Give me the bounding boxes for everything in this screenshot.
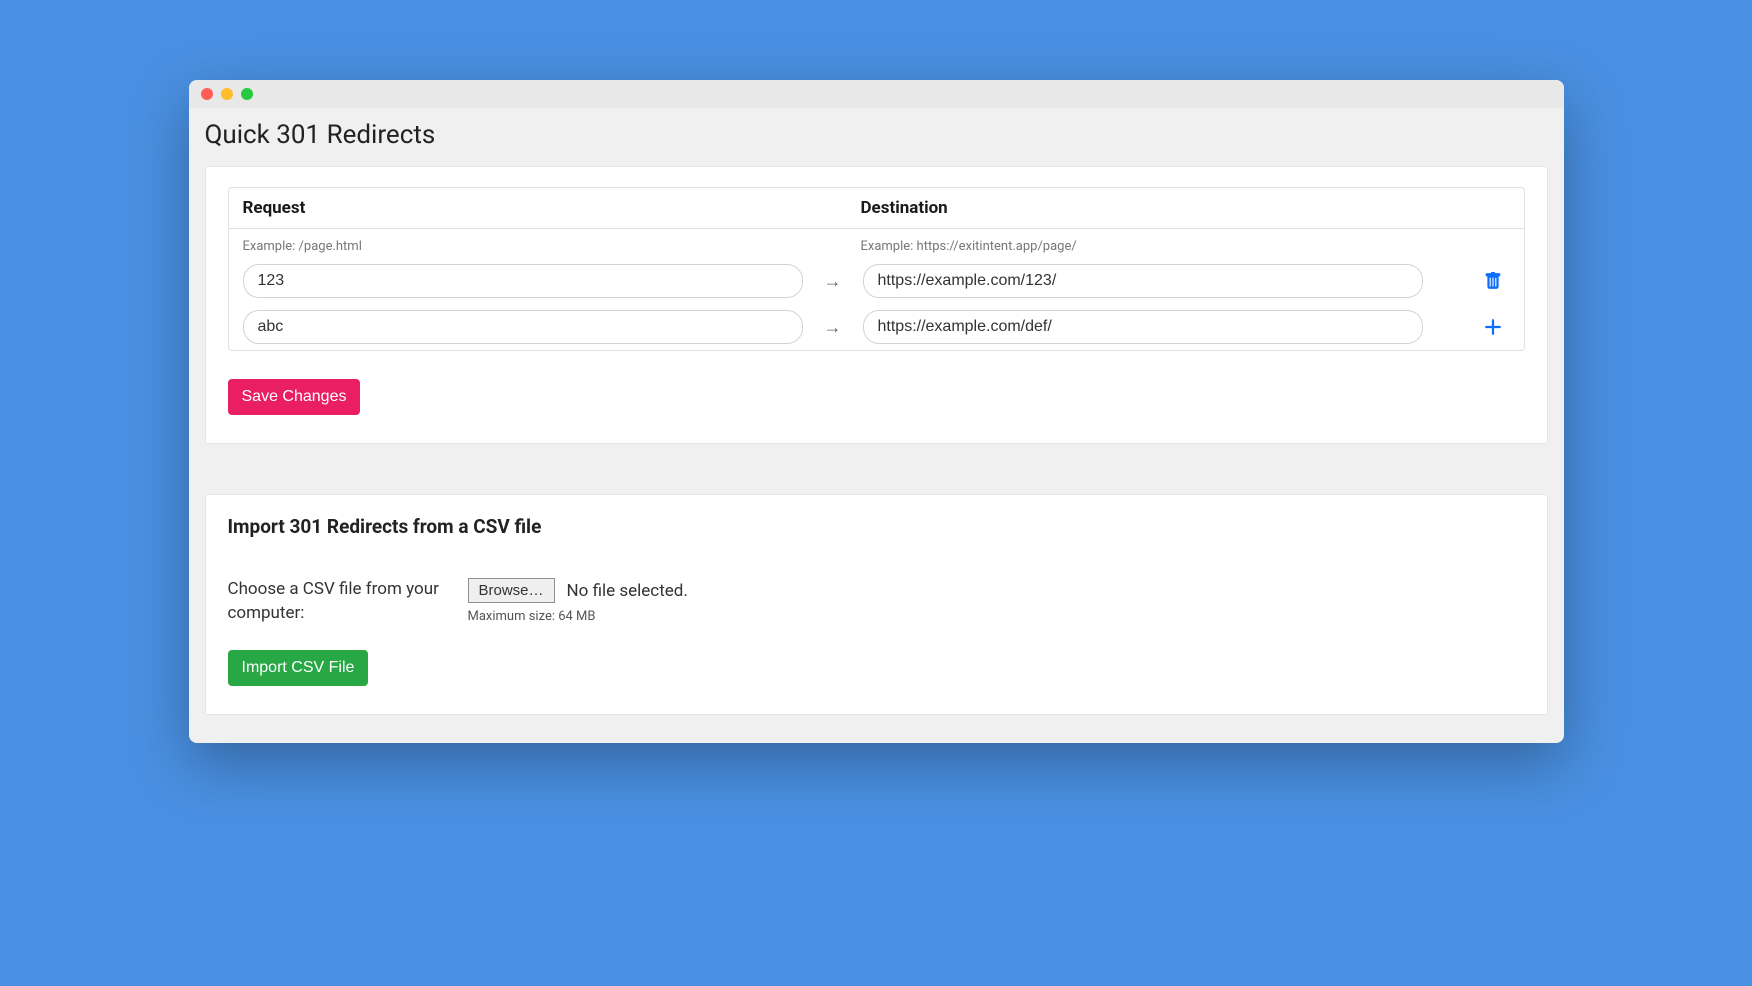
destination-input[interactable]	[863, 310, 1423, 344]
import-title: Import 301 Redirects from a CSV file	[228, 515, 1525, 538]
content-area: Quick 301 Redirects Request Destination …	[189, 108, 1564, 743]
file-chooser-label: Choose a CSV file from your computer:	[228, 578, 468, 626]
example-row: Example: /page.html Example: https://exi…	[229, 229, 1524, 258]
redirects-card: Request Destination Example: /page.html …	[205, 166, 1548, 444]
save-changes-button[interactable]: Save Changes	[228, 379, 361, 415]
plus-icon	[1484, 318, 1502, 336]
arrow-icon: →	[803, 271, 863, 292]
import-csv-button[interactable]: Import CSV File	[228, 650, 369, 686]
example-destination: Example: https://exitintent.app/page/	[861, 239, 1510, 254]
window-close-button[interactable]	[201, 88, 213, 100]
add-row-button[interactable]	[1480, 314, 1506, 340]
redirect-row: →	[229, 304, 1524, 350]
request-input[interactable]	[243, 264, 803, 298]
import-card: Import 301 Redirects from a CSV file Cho…	[205, 494, 1548, 715]
table-header: Request Destination	[229, 188, 1524, 229]
trash-icon	[1484, 272, 1502, 290]
file-chooser-row: Choose a CSV file from your computer: Br…	[228, 578, 1525, 626]
redirect-row: →	[229, 258, 1524, 304]
window-maximize-button[interactable]	[241, 88, 253, 100]
column-header-spacer	[825, 198, 861, 218]
column-header-destination: Destination	[861, 198, 1510, 218]
no-file-selected-text: No file selected.	[567, 581, 688, 601]
arrow-icon: →	[803, 317, 863, 338]
window-minimize-button[interactable]	[221, 88, 233, 100]
page-title: Quick 301 Redirects	[205, 120, 1548, 150]
app-window: Quick 301 Redirects Request Destination …	[189, 80, 1564, 743]
example-request: Example: /page.html	[243, 239, 825, 254]
delete-row-button[interactable]	[1480, 268, 1506, 294]
column-header-request: Request	[243, 198, 825, 218]
window-titlebar	[189, 80, 1564, 108]
browse-button[interactable]: Browse…	[468, 578, 555, 603]
redirects-table: Request Destination Example: /page.html …	[228, 187, 1525, 351]
request-input[interactable]	[243, 310, 803, 344]
max-file-size-text: Maximum size: 64 MB	[468, 609, 1525, 624]
destination-input[interactable]	[863, 264, 1423, 298]
